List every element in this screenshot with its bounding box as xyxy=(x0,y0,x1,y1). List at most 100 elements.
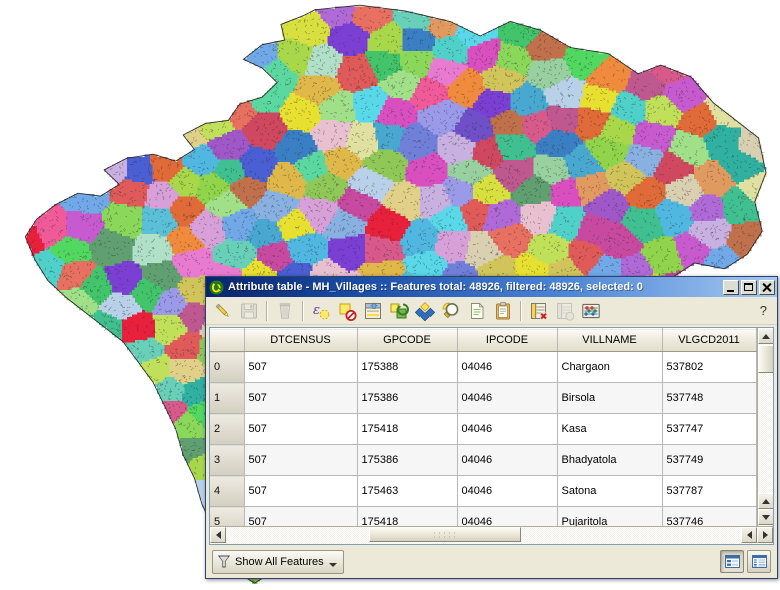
pan-to-selected-button[interactable] xyxy=(412,299,438,323)
toolbar-separator xyxy=(520,300,522,321)
column-header-villname[interactable]: VILLNAME xyxy=(557,328,663,352)
minimize-button[interactable] xyxy=(723,279,739,295)
table-row[interactable]: 1 507 175386 04046 Birsola 537748 xyxy=(210,382,769,414)
copy-selected-button[interactable] xyxy=(464,299,490,323)
cell-villname[interactable]: Satona xyxy=(557,475,663,507)
maximize-button[interactable] xyxy=(741,279,757,295)
attribute-table-body[interactable]: 0 507 175388 04046 Chargaon 537802 1 507 175386 0… xyxy=(210,351,769,526)
new-column-button xyxy=(552,299,578,323)
row-header-cell[interactable]: 2 xyxy=(210,413,245,445)
cell-vlgcd2011[interactable]: 537746 xyxy=(662,506,757,526)
cell-villname[interactable]: Birsola xyxy=(557,382,663,414)
attribute-grid-container[interactable]: DTCENSUS GPCODE IPCODE VILLNAME VLGCD201… xyxy=(209,327,774,545)
scroll-left-button-secondary[interactable] xyxy=(741,527,757,543)
deselect-all-button[interactable] xyxy=(334,299,360,323)
cell-ipcode[interactable]: 04046 xyxy=(457,444,558,476)
column-header-gpcode[interactable]: GPCODE xyxy=(357,328,458,352)
close-button[interactable] xyxy=(759,279,775,295)
row-header-cell[interactable]: 5 xyxy=(210,506,245,526)
zoom-to-selected-button[interactable] xyxy=(438,299,464,323)
cell-gpcode[interactable]: 175386 xyxy=(357,444,458,476)
cell-gpcode[interactable]: 175418 xyxy=(357,506,458,526)
help-button[interactable]: ? xyxy=(760,303,773,318)
cell-vlgcd2011[interactable]: 537748 xyxy=(662,382,757,414)
cell-gpcode[interactable]: 175388 xyxy=(357,351,458,383)
column-header-vlgcd2011[interactable]: VLGCD2011 xyxy=(662,328,757,352)
cell-ipcode[interactable]: 04046 xyxy=(457,506,558,526)
scroll-up-button[interactable] xyxy=(758,328,773,344)
table-header-row: DTCENSUS GPCODE IPCODE VILLNAME VLGCD201… xyxy=(210,328,769,352)
table-row[interactable]: 0 507 175388 04046 Chargaon 537802 xyxy=(210,351,769,383)
row-header-cell[interactable]: 0 xyxy=(210,351,245,383)
table-row[interactable]: 4 507 175463 04046 Satona 537787 xyxy=(210,475,769,507)
horizontal-scrollbar[interactable] xyxy=(210,526,773,544)
table-row[interactable]: 5 507 175418 04046 Pujaritola 537746 xyxy=(210,506,769,526)
scroll-right-button[interactable] xyxy=(757,527,773,543)
table-view-icon xyxy=(751,555,767,568)
toolbar-separator xyxy=(302,300,304,321)
vertical-scrollbar[interactable] xyxy=(757,328,773,526)
delete-column-button[interactable] xyxy=(526,299,552,323)
cell-villname[interactable]: Chargaon xyxy=(557,351,663,383)
cell-ipcode[interactable]: 04046 xyxy=(457,382,558,414)
form-view-button[interactable] xyxy=(720,550,744,573)
cell-vlgcd2011[interactable]: 537749 xyxy=(662,444,757,476)
cell-ipcode[interactable]: 04046 xyxy=(457,413,558,445)
scroll-grip-icon xyxy=(432,531,458,538)
attribute-table[interactable]: DTCENSUS GPCODE IPCODE VILLNAME VLGCD201… xyxy=(210,328,769,526)
cell-dtcensus[interactable]: 507 xyxy=(244,413,358,445)
vertical-scroll-thumb[interactable] xyxy=(758,345,773,373)
form-view-icon xyxy=(724,555,740,568)
cell-dtcensus[interactable]: 507 xyxy=(244,382,358,414)
scroll-left-button[interactable] xyxy=(210,527,226,543)
scroll-up-button-secondary[interactable] xyxy=(758,493,773,509)
table-row[interactable]: 3 507 175386 04046 Bhadyatola 537749 xyxy=(210,444,769,476)
column-header-ipcode[interactable]: IPCODE xyxy=(457,328,558,352)
row-header-cell[interactable]: 3 xyxy=(210,444,245,476)
cell-villname[interactable]: Pujaritola xyxy=(557,506,663,526)
select-by-expression-button[interactable]: ε xyxy=(308,299,334,323)
qgis-icon xyxy=(209,280,224,295)
horizontal-scroll-track[interactable] xyxy=(226,527,741,544)
invert-selection-button[interactable] xyxy=(386,299,412,323)
cell-gpcode[interactable]: 175463 xyxy=(357,475,458,507)
show-all-features-button[interactable]: Show All Features xyxy=(212,549,344,574)
attribute-table-dialog[interactable]: Attribute table - MH_Villages :: Feature… xyxy=(205,276,778,579)
cell-dtcensus[interactable]: 507 xyxy=(244,475,358,507)
dialog-titlebar[interactable]: Attribute table - MH_Villages :: Feature… xyxy=(206,277,777,297)
dialog-title: Attribute table - MH_Villages :: Feature… xyxy=(228,281,643,293)
table-view-button[interactable] xyxy=(747,550,771,573)
cell-dtcensus[interactable]: 507 xyxy=(244,444,358,476)
delete-selected-button xyxy=(272,299,298,323)
cell-gpcode[interactable]: 175418 xyxy=(357,413,458,445)
cell-villname[interactable]: Bhadyatola xyxy=(557,444,663,476)
cell-vlgcd2011[interactable]: 537787 xyxy=(662,475,757,507)
attribute-grid-scroll[interactable]: DTCENSUS GPCODE IPCODE VILLNAME VLGCD201… xyxy=(210,328,773,526)
table-row[interactable]: 2 507 175418 04046 Kasa 537747 xyxy=(210,413,769,445)
cell-dtcensus[interactable]: 507 xyxy=(244,506,358,526)
move-selection-to-top-button[interactable] xyxy=(360,299,386,323)
dialog-statusbar[interactable]: Show All Features xyxy=(206,545,777,578)
cell-dtcensus[interactable]: 507 xyxy=(244,351,358,383)
save-edits-button xyxy=(236,299,262,323)
show-all-features-label: Show All Features xyxy=(235,555,324,568)
column-header-dtcensus[interactable]: DTCENSUS xyxy=(244,328,358,352)
horizontal-scroll-thumb[interactable] xyxy=(369,527,521,542)
chevron-down-icon[interactable] xyxy=(328,563,337,567)
cell-villname[interactable]: Kasa xyxy=(557,413,663,445)
svg-text:ε: ε xyxy=(313,303,320,318)
cell-ipcode[interactable]: 04046 xyxy=(457,351,558,383)
toggle-editing-button[interactable] xyxy=(210,299,236,323)
cell-vlgcd2011[interactable]: 537747 xyxy=(662,413,757,445)
funnel-icon xyxy=(218,555,230,568)
cell-gpcode[interactable]: 175386 xyxy=(357,382,458,414)
cell-ipcode[interactable]: 04046 xyxy=(457,475,558,507)
row-header-cell[interactable]: 1 xyxy=(210,382,245,414)
scroll-down-button[interactable] xyxy=(758,509,773,525)
row-header-cell[interactable]: 4 xyxy=(210,475,245,507)
row-header-corner[interactable] xyxy=(210,328,245,352)
paste-features-button[interactable] xyxy=(490,299,516,323)
dialog-toolbar[interactable]: ε ? xyxy=(206,297,777,325)
cell-vlgcd2011[interactable]: 537802 xyxy=(662,351,757,383)
field-calculator-button[interactable] xyxy=(578,299,604,323)
